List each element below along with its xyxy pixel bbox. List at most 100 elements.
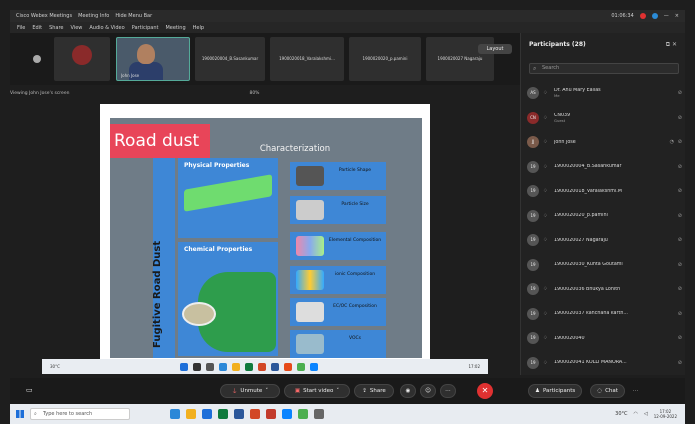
start-video-button[interactable]: ▣ Start video ˅ bbox=[284, 384, 350, 398]
thumbnail-self[interactable] bbox=[54, 37, 110, 81]
menu-participant[interactable]: Participant bbox=[132, 25, 159, 31]
participant-row[interactable]: 19 ♢ 1900020037 kanchana karth... ⊘ bbox=[527, 302, 682, 327]
taskbar-search-input[interactable]: ⌕ Type here to search bbox=[30, 408, 130, 420]
opera-icon[interactable] bbox=[266, 409, 276, 419]
panel-popout-icon[interactable]: ⧉ ✕ bbox=[666, 41, 677, 49]
video-off-icon: ▣ bbox=[294, 388, 301, 394]
participant-row[interactable]: CN ♢ CN039 Guest ⊘ bbox=[527, 106, 682, 131]
participants-button[interactable]: ♟ Participants bbox=[528, 384, 583, 398]
webex-icon[interactable] bbox=[282, 409, 292, 419]
video-face bbox=[137, 44, 155, 64]
word-icon[interactable] bbox=[234, 409, 244, 419]
participant-row[interactable]: JJ ♢ John Jose ◔ ⊘ bbox=[527, 130, 682, 155]
webex-window: Cisco Webex Meetings Meeting Info Hide M… bbox=[0, 0, 695, 424]
participant-row[interactable]: 19 1900020030_Kunta Goutami ⊘ bbox=[527, 253, 682, 278]
physical-properties-box: Physical Properties bbox=[178, 158, 278, 238]
menu-help[interactable]: Help bbox=[193, 25, 204, 31]
more-options-button[interactable]: ⋯ bbox=[440, 384, 456, 398]
menu-bar: File Edit Share View Audio & Video Parti… bbox=[10, 22, 685, 33]
participant-row[interactable]: 19 ♢ 1900020004_B.Sasankumar ⊘ bbox=[527, 155, 682, 180]
menu-share[interactable]: Share bbox=[49, 25, 63, 31]
chat-button[interactable]: ◌ Chat bbox=[590, 384, 625, 398]
avatar bbox=[72, 45, 92, 65]
participant-role: Me bbox=[554, 93, 560, 99]
end-meeting-button[interactable]: ✕ bbox=[477, 383, 493, 399]
slide-title: Road dust bbox=[110, 124, 210, 158]
participant-name: 1900020041 KOLLI MANORA... bbox=[554, 360, 627, 366]
mic-muted-icon: ⊘ bbox=[677, 286, 682, 293]
wifi-icon[interactable]: ◠ bbox=[634, 411, 638, 417]
participant-name: 1900020027 Nagaraju bbox=[554, 237, 608, 243]
box-label: Particle Shape bbox=[338, 168, 372, 173]
store-icon[interactable] bbox=[202, 409, 212, 419]
more-icon[interactable]: ⋯ bbox=[633, 384, 639, 398]
settings-icon[interactable] bbox=[314, 409, 324, 419]
participant-row[interactable]: AS ♢ Dr. Anu Mary Ealias Me ⊘ bbox=[527, 81, 682, 106]
share-button[interactable]: ⇪ Share bbox=[354, 384, 394, 398]
participant-row[interactable]: 19 ♢ 1900020018_Varalakshmi.M ⊘ bbox=[527, 179, 682, 204]
chrome-icon[interactable] bbox=[298, 409, 308, 419]
meeting-info-link[interactable]: Meeting Info bbox=[78, 13, 109, 19]
strip-prev-button[interactable] bbox=[24, 37, 50, 81]
windows-icon bbox=[179, 362, 188, 371]
mic-icon: ♢ bbox=[543, 90, 548, 97]
windows-start-icon[interactable] bbox=[16, 410, 24, 418]
unmute-label: Unmute bbox=[240, 388, 263, 394]
thumbnail-name: 1900020020_p.pamini bbox=[362, 56, 408, 61]
clock[interactable]: 17:02 12-09-2022 bbox=[654, 409, 677, 419]
person-icon: ♟ bbox=[535, 388, 540, 394]
layout-button[interactable]: Layout bbox=[478, 44, 512, 54]
dish-image bbox=[182, 302, 216, 326]
menu-file[interactable]: File bbox=[17, 25, 25, 31]
participant-row[interactable]: 19 ♢ 1900020040 ⊘ bbox=[527, 326, 682, 351]
elemental-composition-box: Elemental Composition bbox=[290, 232, 386, 260]
mic-muted-icon: ⊘ bbox=[677, 237, 682, 244]
office-icon[interactable] bbox=[250, 409, 260, 419]
box-label: Particle Size bbox=[341, 202, 369, 207]
record-button[interactable]: ◉ bbox=[400, 384, 416, 398]
mic-icon: ♢ bbox=[543, 114, 548, 121]
edge-icon[interactable] bbox=[170, 409, 180, 419]
menu-view[interactable]: View bbox=[71, 25, 83, 31]
participant-name: 1900020040 bbox=[554, 335, 585, 341]
participants-header: Participants (28) bbox=[529, 41, 586, 48]
folder-icon[interactable] bbox=[186, 409, 196, 419]
volume-icon[interactable]: ◁ bbox=[644, 411, 648, 417]
molecule-image bbox=[296, 334, 324, 354]
menu-edit[interactable]: Edit bbox=[32, 25, 42, 31]
search-icon: ⌕ bbox=[533, 65, 537, 72]
participant-row[interactable]: 19 ♢ 1900020036 Bhukya Lohith ⊘ bbox=[527, 277, 682, 302]
participant-name: 1900020030_Kunta Goutami bbox=[554, 262, 623, 268]
thumbnail-participant[interactable]: 1900020020_p.pamini bbox=[349, 37, 421, 81]
participant-search-input[interactable]: ⌕ Search bbox=[529, 63, 679, 74]
mic-off-icon: ⏚ bbox=[231, 389, 238, 395]
participant-row[interactable]: 19 ♢ 1900020020_p.pamini ⊘ bbox=[527, 204, 682, 229]
close-button[interactable]: × bbox=[675, 13, 679, 19]
thumbnail-participant[interactable]: 1900020004_B.Sasankumar bbox=[195, 37, 265, 81]
hide-menu-bar-link[interactable]: Hide Menu Bar bbox=[115, 13, 152, 19]
menu-meeting[interactable]: Meeting bbox=[165, 25, 185, 31]
mic-muted-icon: ⊘ bbox=[677, 261, 682, 268]
participant-row[interactable]: 19 ♢ 1900020027 Nagaraju ⊘ bbox=[527, 228, 682, 253]
menu-audio-video[interactable]: Audio & Video bbox=[89, 25, 124, 31]
zoom-level[interactable]: 80% bbox=[249, 91, 259, 96]
mic-muted-icon: ⊘ bbox=[677, 212, 682, 219]
mic-icon: ♢ bbox=[543, 335, 548, 342]
thumbnail-name: 1900020004_B.Sasankumar bbox=[201, 56, 259, 61]
excel-icon[interactable] bbox=[218, 409, 228, 419]
record-icon: ◉ bbox=[405, 388, 411, 394]
app-icon bbox=[283, 362, 292, 371]
shared-taskbar-icons bbox=[179, 362, 318, 371]
mic-icon: ♢ bbox=[543, 163, 548, 170]
minimize-button[interactable]: — bbox=[664, 13, 669, 19]
unmute-button[interactable]: ⏚ Unmute ˅ bbox=[220, 384, 280, 398]
thumbnail-john-jose[interactable]: John Jose bbox=[116, 37, 190, 81]
chat-label: Chat bbox=[605, 388, 618, 394]
captions-icon[interactable]: ▭ bbox=[26, 386, 33, 394]
participant-row[interactable]: 19 ♢ 1900020041 KOLLI MANORA... ⊘ bbox=[527, 351, 682, 376]
chevron-down-icon: ˅ bbox=[265, 388, 269, 394]
thumbnail-participant[interactable]: 1900020018_Varalakshmi... bbox=[270, 37, 344, 81]
panel-buttons: ♟ Participants ◌ Chat ⋯ bbox=[528, 384, 638, 398]
reactions-button[interactable]: ☺ bbox=[420, 384, 436, 398]
excel-icon bbox=[244, 362, 253, 371]
